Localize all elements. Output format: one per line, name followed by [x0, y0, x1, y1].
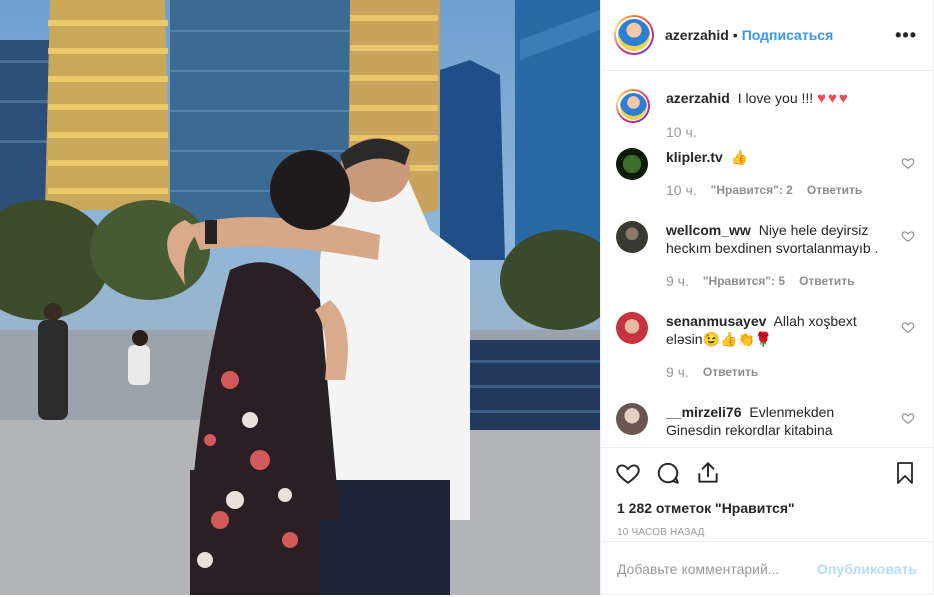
comment-input[interactable]	[617, 560, 818, 577]
follow-button[interactable]: Подписаться	[742, 27, 834, 43]
comment-time[interactable]: 9 ч.	[666, 272, 689, 290]
likes-count[interactable]: 1 282 отметок "Нравится"	[617, 500, 919, 516]
comment-likes[interactable]: "Нравится": 5	[703, 272, 785, 290]
add-comment-bar: Опубликовать	[601, 541, 933, 595]
post-photo-illustration	[0, 0, 600, 595]
comment-like-heart-icon[interactable]	[901, 320, 915, 334]
commenter-avatar[interactable]	[616, 221, 648, 253]
caption: azerzahid I love you !!! ♥♥♥ 10 ч.	[616, 89, 917, 141]
comment-item: senanmusayev Allah xoşbext eləsin😉👍👏🌹 9 …	[616, 312, 917, 381]
commenter-avatar[interactable]	[616, 148, 648, 180]
post-actions: 1 282 отметок "Нравится" 10 ЧАСОВ НАЗАД	[601, 447, 933, 538]
comment-like-heart-icon[interactable]	[901, 411, 915, 425]
commenter-avatar[interactable]	[616, 403, 648, 435]
comment-username[interactable]: klipler.tv	[666, 149, 723, 165]
separator-dot: •	[732, 27, 738, 43]
comment-like-heart-icon[interactable]	[901, 156, 915, 170]
comment-username[interactable]: wellcom_ww	[666, 222, 751, 238]
reply-button[interactable]: Ответить	[703, 363, 758, 381]
comment-bubble-icon[interactable]	[655, 460, 681, 486]
comment-username[interactable]: __mirzeli76	[666, 404, 742, 420]
comment-time[interactable]: 10 ч.	[666, 181, 697, 199]
comment-item: __mirzeli76 Evlenmekden Ginesdin rekordl…	[616, 403, 917, 439]
comment-username[interactable]: senanmusayev	[666, 313, 766, 329]
like-heart-icon[interactable]	[615, 460, 641, 486]
more-dots-icon[interactable]: •••	[895, 25, 917, 46]
comment-like-heart-icon[interactable]	[901, 229, 915, 243]
comment-time[interactable]: 9 ч.	[666, 363, 689, 381]
caption-avatar[interactable]	[616, 89, 650, 123]
comment-likes[interactable]: "Нравится": 2	[711, 181, 793, 199]
comment-text: 👍	[730, 149, 749, 165]
comments-list[interactable]: azerzahid I love you !!! ♥♥♥ 10 ч. klipl…	[601, 72, 933, 447]
author-username[interactable]: azerzahid	[665, 27, 729, 43]
publish-button[interactable]: Опубликовать	[817, 561, 917, 577]
author-avatar[interactable]	[614, 15, 654, 55]
author-avatar-image	[618, 19, 650, 51]
share-icon[interactable]	[695, 460, 721, 486]
caption-text: I love you !!!	[737, 90, 814, 106]
post-side-panel: azerzahid • Подписаться ••• azerzahid I …	[600, 0, 934, 595]
posted-time[interactable]: 10 ЧАСОВ НАЗАД	[617, 527, 919, 538]
caption-hearts: ♥♥♥	[817, 90, 850, 107]
commenter-avatar[interactable]	[616, 312, 648, 344]
reply-button[interactable]: Ответить	[799, 272, 854, 290]
post-header: azerzahid • Подписаться •••	[601, 0, 933, 71]
post-photo[interactable]	[0, 0, 600, 595]
reply-button[interactable]: Ответить	[807, 181, 862, 199]
comment-item: wellcom_ww Niye hele deyirsiz heckım bex…	[616, 221, 917, 290]
caption-avatar-image	[619, 92, 647, 120]
bookmark-icon[interactable]	[893, 460, 917, 486]
caption-username[interactable]: azerzahid	[666, 90, 730, 106]
comment-item: klipler.tv 👍 10 ч. "Нравится": 2 Ответит…	[616, 148, 917, 199]
caption-time[interactable]: 10 ч.	[666, 123, 697, 141]
